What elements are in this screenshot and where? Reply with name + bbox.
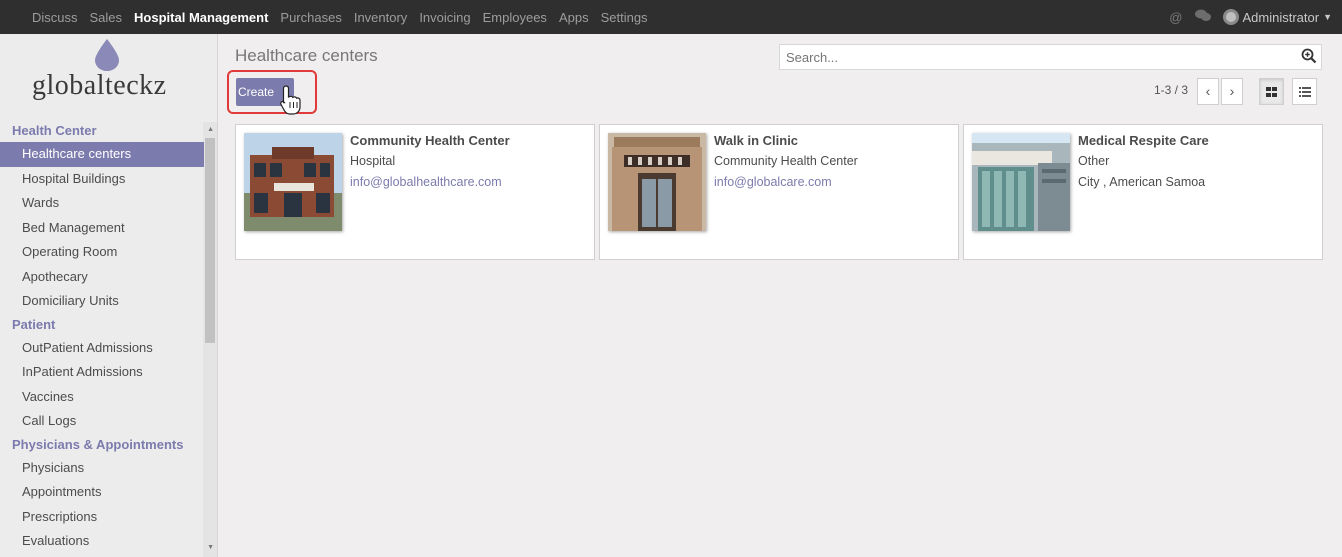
kanban-card[interactable]: Community Health Center Hospital info@gl…: [235, 124, 595, 260]
list-icon: [1298, 87, 1311, 97]
breadcrumb: Healthcare centers: [235, 46, 378, 65]
scroll-up-icon[interactable]: ▲: [207, 126, 214, 133]
menu-apps[interactable]: Apps: [553, 0, 595, 34]
kanban-view-button[interactable]: [1259, 78, 1284, 105]
menu-employees[interactable]: Employees: [477, 0, 553, 34]
sidebar-item-outpatient-admissions[interactable]: OutPatient Admissions: [0, 336, 204, 361]
card-address: City , American Samoa: [1078, 175, 1206, 189]
menu-purchases[interactable]: Purchases: [274, 0, 347, 34]
sidebar-item-inpatient-admissions[interactable]: InPatient Admissions: [0, 360, 204, 385]
menu-invoicing[interactable]: Invoicing: [413, 0, 476, 34]
sidebar-item-operating-room[interactable]: Operating Room: [0, 240, 204, 265]
kanban-card[interactable]: Medical Respite Care Other City , Americ…: [963, 124, 1323, 260]
card-title: Community Health Center: [350, 133, 510, 148]
card-email[interactable]: info@globalhealthcare.com: [350, 172, 510, 193]
at-icon[interactable]: @: [1169, 10, 1182, 25]
pager-previous-button[interactable]: ‹: [1197, 78, 1219, 105]
sidebar-item-vaccines[interactable]: Vaccines: [0, 385, 204, 410]
pager-next-button[interactable]: ›: [1221, 78, 1243, 105]
sidebar-menu: Health Center Healthcare centers Hospita…: [0, 120, 204, 554]
chevron-left-icon: ‹: [1205, 83, 1211, 99]
sidebar-item-prescriptions[interactable]: Prescriptions: [0, 505, 204, 530]
top-navbar: Discuss Sales Hospital Management Purcha…: [0, 0, 1342, 34]
sidebar-item-healthcare-centers[interactable]: Healthcare centers: [0, 142, 204, 167]
card-title: Medical Respite Care: [1078, 133, 1209, 148]
sidebar-item-hospital-buildings[interactable]: Hospital Buildings: [0, 167, 204, 192]
sidebar-item-apothecary[interactable]: Apothecary: [0, 265, 204, 290]
app-menu: Discuss Sales Hospital Management Purcha…: [0, 0, 654, 34]
search-box: [779, 44, 1322, 70]
scroll-down-icon[interactable]: ▼: [207, 544, 214, 551]
card-type: Other: [1078, 154, 1110, 168]
pager-value[interactable]: 1-3 / 3: [1154, 83, 1188, 97]
search-input[interactable]: [780, 45, 1280, 69]
sidebar: globalteckz ▲ ▼ Health Center Healthcare…: [0, 34, 218, 557]
menu-hospital-management[interactable]: Hospital Management: [128, 0, 274, 34]
chevron-down-icon: ▼: [1323, 12, 1332, 22]
logo: globalteckz: [0, 34, 217, 119]
card-email[interactable]: info@globalcare.com: [714, 172, 858, 193]
sidebar-item-domiciliary-units[interactable]: Domiciliary Units: [0, 289, 204, 314]
card-title: Walk in Clinic: [714, 133, 799, 148]
card-type: Hospital: [350, 154, 396, 168]
sidebar-item-bed-management[interactable]: Bed Management: [0, 216, 204, 241]
sidebar-scroll-thumb[interactable]: [205, 138, 215, 343]
sidebar-item-appointments[interactable]: Appointments: [0, 480, 204, 505]
menu-settings[interactable]: Settings: [595, 0, 654, 34]
kanban-card[interactable]: Walk in Clinic Community Health Center i…: [599, 124, 959, 260]
card-type: Community Health Center: [714, 154, 858, 168]
search-icon[interactable]: [1301, 48, 1317, 64]
section-physicians-appointments: Physicians & Appointments: [12, 436, 184, 452]
list-view-button[interactable]: [1292, 78, 1317, 105]
hand-cursor-icon: [280, 85, 301, 115]
card-image: [608, 133, 706, 231]
menu-discuss[interactable]: Discuss: [26, 0, 84, 34]
chat-icon[interactable]: [1194, 9, 1211, 25]
sidebar-item-call-logs[interactable]: Call Logs: [0, 409, 204, 434]
sidebar-item-wards[interactable]: Wards: [0, 191, 204, 216]
menu-sales[interactable]: Sales: [84, 0, 129, 34]
card-image: [244, 133, 342, 231]
user-menu[interactable]: Administrator ▼: [1222, 9, 1332, 25]
section-patient: Patient: [12, 316, 56, 332]
drop-logo-icon: [95, 39, 119, 71]
card-image: [972, 133, 1070, 231]
menu-inventory[interactable]: Inventory: [348, 0, 413, 34]
section-health-center: Health Center: [12, 123, 97, 138]
logo-text: globalteckz: [32, 70, 167, 101]
avatar: [1222, 9, 1239, 25]
sidebar-item-evaluations[interactable]: Evaluations: [0, 529, 204, 554]
user-name: Administrator: [1242, 9, 1320, 25]
sidebar-item-physicians[interactable]: Physicians: [0, 456, 204, 481]
chevron-right-icon: ›: [1229, 83, 1235, 99]
kanban-grid-icon: [1266, 87, 1277, 97]
